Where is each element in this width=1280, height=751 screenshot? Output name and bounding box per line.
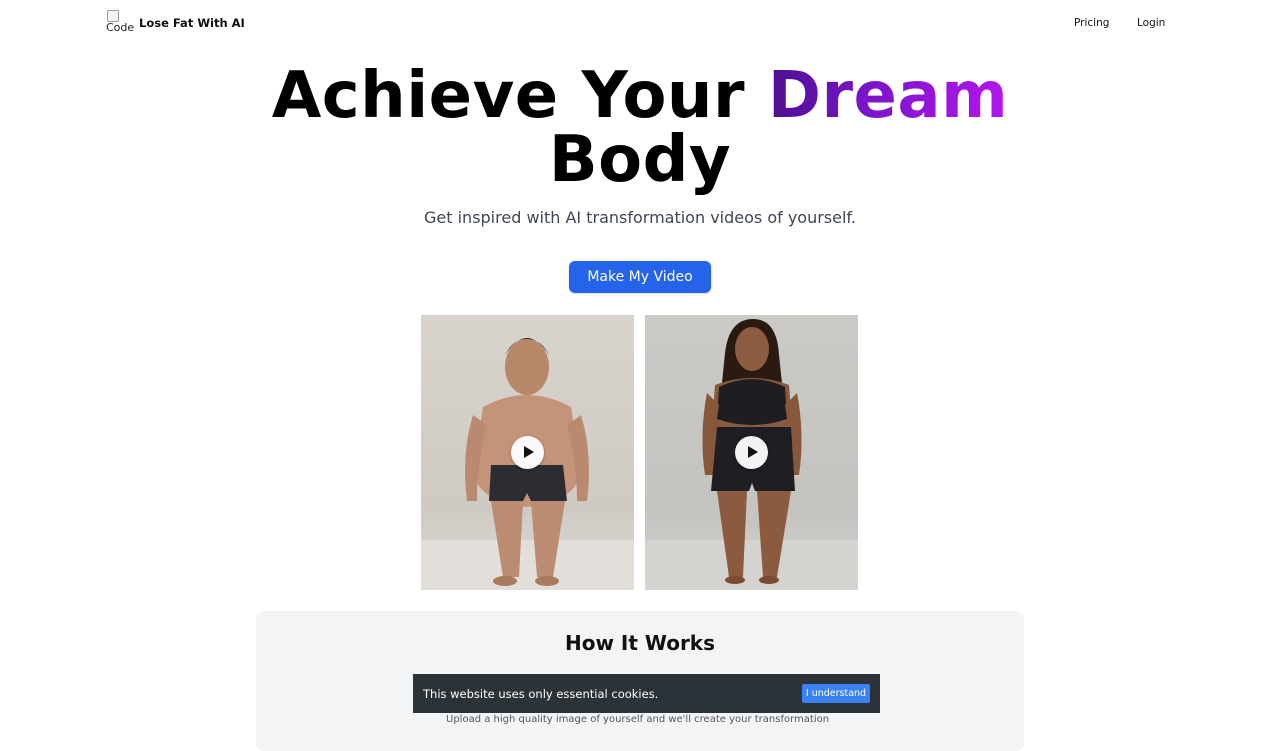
play-icon[interactable]	[511, 436, 544, 469]
hero-subtitle: Get inspired with AI transformation vide…	[424, 208, 856, 227]
hero-title-suffix: Body	[548, 123, 732, 197]
hero-title: Achieve Your Dream Body	[0, 64, 1280, 192]
logo-alt-text: Code	[106, 21, 135, 34]
nav-link-pricing[interactable]: Pricing	[1074, 17, 1109, 29]
how-it-works-title: How It Works	[564, 631, 716, 655]
cookie-message: This website uses only essential cookies…	[423, 686, 659, 701]
hero-title-highlight: Dream	[767, 59, 1009, 133]
play-icon[interactable]	[735, 436, 768, 469]
logo-image: Code	[106, 10, 136, 36]
nav-link-login[interactable]: Login	[1137, 17, 1165, 29]
cookie-banner: This website uses only essential cookies…	[413, 674, 880, 713]
hero-title-prefix: Achieve Your	[271, 59, 768, 133]
brand-name: Lose Fat With AI	[139, 16, 245, 30]
logo-link[interactable]: Code Lose Fat With AI	[106, 10, 245, 36]
transformation-video-2[interactable]	[645, 315, 858, 590]
transformation-video-1[interactable]	[421, 315, 634, 590]
cookie-accept-button[interactable]: I understand	[802, 684, 870, 703]
make-my-video-button[interactable]: Make My Video	[569, 261, 711, 293]
top-nav: Code Lose Fat With AI Pricing Login	[0, 0, 1280, 48]
